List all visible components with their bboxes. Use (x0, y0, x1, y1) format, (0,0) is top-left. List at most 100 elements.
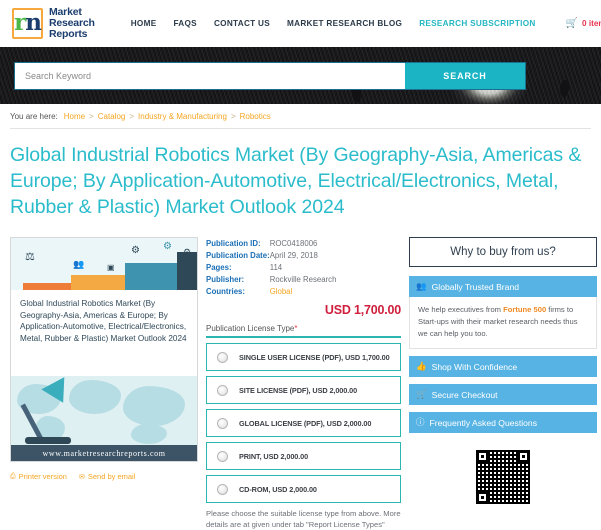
robot-arm-icon: ⚙ (131, 245, 140, 256)
cart-icon: 🛒 (565, 17, 579, 29)
breadcrumb: You are here: Home > Catalog > Industry … (0, 104, 601, 128)
license-option-label: CD-ROM, USD 2,000.00 (239, 484, 317, 494)
nav-item-research-subscription[interactable]: RESEARCH SUBSCRIPTION (419, 19, 535, 28)
cover-bar-dark (177, 252, 197, 290)
breadcrumb-separator: > (230, 112, 236, 121)
license-divider (206, 336, 401, 338)
cover-graphic-bottom: www.marketresearchreports.com (11, 376, 197, 461)
site-header: rn Market Research Reports HOME FAQS CON… (0, 0, 601, 47)
nav-item-home[interactable]: HOME (131, 19, 157, 28)
printer-icon: ⎙ (10, 472, 16, 480)
radio-button[interactable] (217, 450, 228, 462)
publication-details-table: Publication ID: ROC0418006 Publication D… (206, 237, 401, 297)
detail-key-publication-id: Publication ID: (206, 238, 261, 248)
radio-button[interactable] (217, 351, 228, 363)
license-option-label: PRINT, USD 2,000.00 (239, 451, 309, 461)
send-by-email-link[interactable]: ✉ Send by email (79, 472, 135, 481)
table-row: Publication ID: ROC0418006 (206, 237, 401, 249)
why-buy-item-globally-trusted-brand[interactable]: 👥 Globally Trusted Brand (409, 276, 597, 297)
product-price: USD 1,700.00 (324, 303, 401, 317)
nav-item-market-research-blog[interactable]: MARKET RESEARCH BLOG (287, 19, 402, 28)
why-buy-item-label: Shop With Confidence (431, 361, 518, 372)
breadcrumb-item-industry-manufacturing[interactable]: Industry & Manufacturing (138, 112, 227, 121)
cover-bar-orange (23, 283, 71, 290)
why-buy-item-label: Secure Checkout (431, 389, 498, 400)
cart-icon: 🛒 (416, 389, 427, 400)
cart-label: 0 items USD 0.00 (582, 19, 601, 28)
users-icon: 👥 (416, 281, 427, 292)
why-buy-item-label: Globally Trusted Brand (431, 281, 520, 292)
cart-summary[interactable]: 🛒 0 items USD 0.00 (565, 17, 601, 29)
why-buy-item-secure-checkout[interactable]: 🛒 Secure Checkout (409, 384, 597, 405)
send-by-email-label: Send by email (87, 472, 136, 481)
cover-title-text: Global Industrial Robotics Market (By Ge… (11, 290, 197, 376)
table-row: Pages: 114 (206, 261, 401, 273)
license-option-site[interactable]: SITE LICENSE (PDF), USD 2,000.00 (206, 376, 401, 404)
detail-value-publisher: Rockville Research (269, 274, 337, 284)
why-buy-heading: Why to buy from us? (409, 237, 597, 267)
cover-bar-yellow (71, 275, 125, 290)
license-option-label: SITE LICENSE (PDF), USD 2,000.00 (239, 385, 358, 395)
logo-wordmark: Market Research Reports (49, 7, 95, 40)
qr-code-wrapper (409, 450, 597, 504)
envelope-icon: ✉ (78, 473, 85, 481)
logo-line-3: Reports (49, 28, 88, 40)
map-shape (131, 424, 167, 444)
license-option-print[interactable]: PRINT, USD 2,000.00 (206, 442, 401, 470)
page-title: Global Industrial Robotics Market (By Ge… (10, 144, 582, 218)
site-logo[interactable]: rn Market Research Reports (12, 7, 95, 40)
qr-finder-top-left (476, 450, 489, 463)
radio-button[interactable] (217, 384, 228, 396)
desk-lamp-base (25, 437, 71, 444)
thumbs-up-icon: 👍 (416, 361, 427, 372)
license-note: Please choose the suitable license type … (206, 509, 401, 529)
license-type-label: Publication License Type* (206, 324, 401, 333)
search-button[interactable]: SEARCH (405, 63, 525, 89)
detail-value-pages: 114 (269, 262, 283, 272)
breadcrumb-item-home[interactable]: Home (64, 112, 85, 121)
why-buy-body-highlight: Fortune 500 (503, 305, 547, 314)
table-row: Publisher: Rockville Research (206, 273, 401, 285)
radio-button[interactable] (217, 417, 228, 429)
qr-code-icon (476, 450, 530, 504)
breadcrumb-separator: > (129, 112, 135, 121)
detail-value-publication-date: April 29, 2018 (269, 250, 318, 260)
detail-key-publication-date: Publication Date: (206, 250, 270, 260)
breadcrumb-prefix: You are here: (10, 112, 58, 121)
detail-key-countries: Countries: (206, 286, 245, 296)
breadcrumb-separator: > (89, 112, 94, 121)
search-input[interactable] (15, 63, 405, 89)
why-buy-item-label: Frequently Asked Questions (429, 417, 537, 428)
printer-version-link[interactable]: ⎙ Printer version (10, 472, 67, 481)
license-option-label: GLOBAL LICENSE (PDF), USD 2,000.00 (239, 418, 372, 428)
nav-item-contact-us[interactable]: CONTACT US (214, 19, 270, 28)
breadcrumb-item-robotics[interactable]: Robotics (240, 112, 271, 121)
detail-key-pages: Pages: (206, 262, 232, 272)
nav-item-faqs[interactable]: FAQS (173, 19, 197, 28)
detail-value-countries[interactable]: Global (270, 285, 401, 297)
why-buy-item-shop-with-confidence[interactable]: 👍 Shop With Confidence (409, 356, 597, 377)
cover-actions: ⎙ Printer version ✉ Send by email (10, 472, 198, 481)
why-buy-column: Why to buy from us? 👥 Globally Trusted B… (409, 237, 597, 504)
license-option-global[interactable]: GLOBAL LICENSE (PDF), USD 2,000.00 (206, 409, 401, 437)
license-option-single-user[interactable]: SINGLE USER LICENSE (PDF), USD 1,700.00 (206, 343, 401, 371)
table-row: Countries: Global (206, 285, 401, 297)
why-buy-body-before: We help executives from (418, 305, 504, 314)
why-buy-item-frequently-asked-questions[interactable]: ⓘ Frequently Asked Questions (409, 412, 597, 433)
license-option-cd-rom[interactable]: CD-ROM, USD 2,000.00 (206, 475, 401, 503)
product-cover-image[interactable]: ⚖ 👥 ▣ ⚙ ⚙ ⚙ Global Industrial Robotics M… (10, 237, 198, 462)
map-shape (69, 380, 121, 414)
printer-version-label: Printer version (18, 472, 67, 481)
license-type-text: Publication License Type (206, 324, 295, 333)
product-cover-column: ⚖ 👥 ▣ ⚙ ⚙ ⚙ Global Industrial Robotics M… (10, 237, 198, 481)
crane-icon: ⚖ (25, 251, 35, 263)
license-options-list: SINGLE USER LICENSE (PDF), USD 1,700.00 … (206, 343, 401, 503)
breadcrumb-divider (10, 128, 591, 129)
product-details-column: Publication ID: ROC0418006 Publication D… (206, 237, 401, 530)
search-bar: SEARCH (14, 62, 526, 90)
product-main: ⚖ 👥 ▣ ⚙ ⚙ ⚙ Global Industrial Robotics M… (10, 237, 597, 530)
why-buy-body-text: We help executives from Fortune 500 firm… (409, 297, 597, 349)
hero-banner: SEARCH (0, 47, 601, 104)
breadcrumb-item-catalog[interactable]: Catalog (98, 112, 126, 121)
radio-button[interactable] (217, 483, 228, 495)
